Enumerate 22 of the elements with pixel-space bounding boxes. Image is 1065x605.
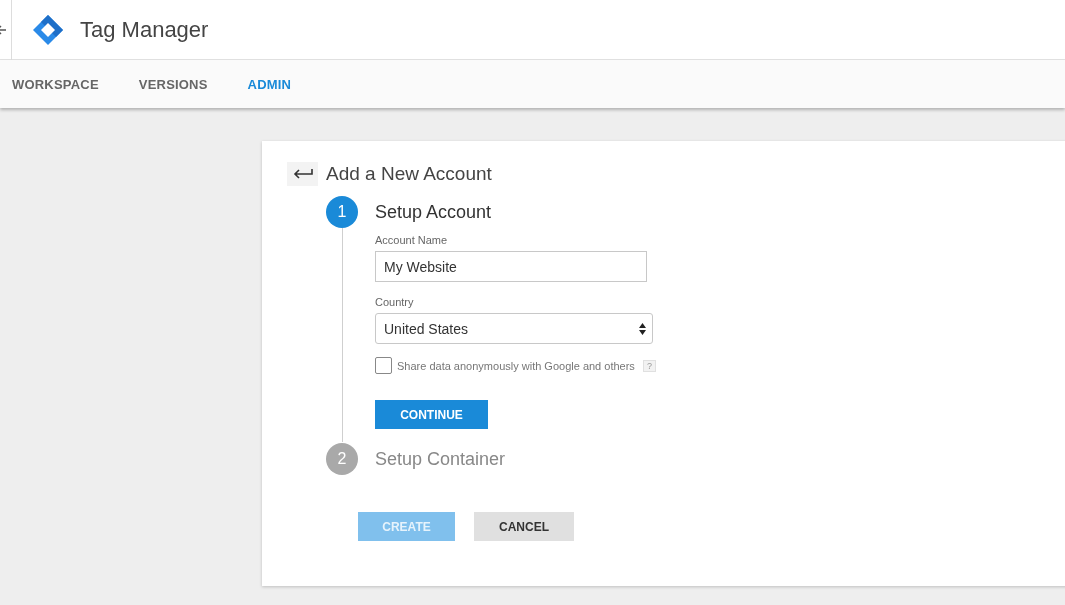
step-title: Setup Container bbox=[375, 448, 506, 471]
nav-tab[interactable]: ADMIN bbox=[247, 76, 292, 92]
back-button[interactable] bbox=[287, 162, 318, 186]
checkbox[interactable] bbox=[375, 357, 392, 374]
sort-arrows-icon bbox=[639, 322, 646, 335]
nav-tab[interactable]: WORKSPACE bbox=[12, 76, 99, 92]
step-title: Setup Account bbox=[375, 201, 493, 224]
back-arrow-icon bbox=[292, 168, 313, 180]
logo-icon bbox=[32, 13, 64, 46]
text-field[interactable]: My Website bbox=[375, 251, 647, 282]
arrow-icon[interactable] bbox=[0, 23, 6, 36]
step-number: 2 bbox=[326, 443, 358, 475]
continue-button[interactable]: CONTINUE bbox=[375, 400, 488, 429]
field-label: Account Name bbox=[375, 234, 449, 246]
app-title: Tag Manager bbox=[80, 16, 209, 43]
nav-tab[interactable]: VERSIONS bbox=[138, 76, 208, 92]
field-label: Country bbox=[375, 296, 415, 308]
cancel-button[interactable]: CANCEL bbox=[474, 512, 574, 541]
country-select[interactable]: United States bbox=[375, 313, 653, 344]
checkbox-label: Share data anonymously with Google and others bbox=[397, 359, 635, 372]
page-title: Add a New Account bbox=[326, 163, 492, 185]
step-number: 1 bbox=[326, 196, 358, 228]
